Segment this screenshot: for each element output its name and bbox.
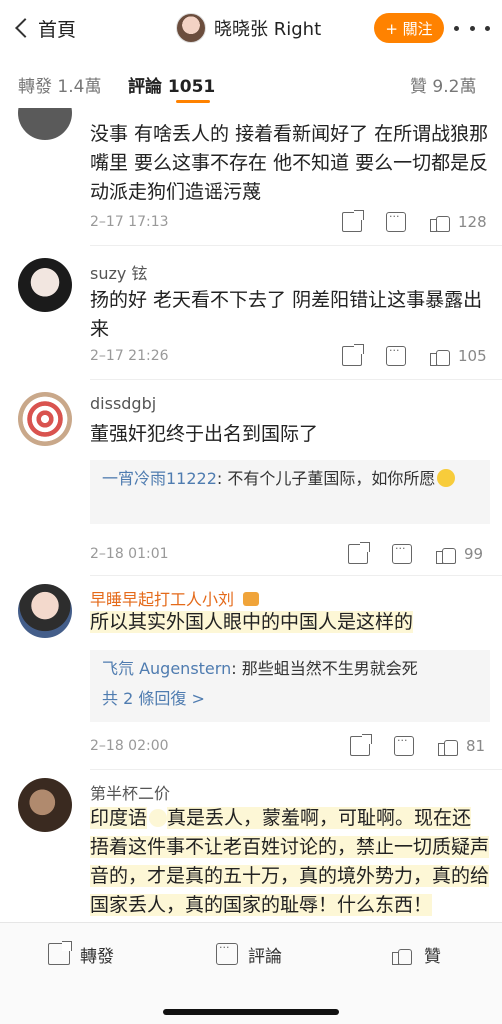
- author-name: 晓晓张 Right: [214, 19, 322, 40]
- smile-emoji-icon: [437, 469, 456, 487]
- like-icon[interactable]: [430, 346, 450, 366]
- username[interactable]: 第半杯二价: [90, 780, 170, 804]
- like-count: 105: [458, 347, 487, 365]
- comment-body-prefix: 印度语: [90, 807, 148, 829]
- username-text: 早睡早起打工人小刘: [90, 590, 235, 609]
- like-icon: [392, 943, 414, 965]
- comment-body: 扬的好 老天看不下去了 阴差阳错让这事暴露出来: [90, 289, 483, 340]
- comment-item: 第半杯二价 印度语 真是丢人，蒙羞啊，可耻啊。现在还捂着这件事不让老百姓讨论的，禁…: [0, 770, 502, 922]
- comment-item: 没事 有啥丢人的 接着看新闻好了 在所谓战狼那嘴里 要么这事不存在 他不知道 要…: [0, 108, 502, 246]
- avatar[interactable]: [18, 778, 72, 832]
- repost-label: 轉發: [80, 946, 114, 967]
- comment-meta: 2–18 01:01 99: [90, 542, 490, 568]
- bottom-action-bar: 轉發 評論 贊: [0, 922, 502, 1024]
- reply-preview[interactable]: 一宵冷雨11222: 不有个儿子董国际，如你所愿: [90, 460, 490, 524]
- vip-badge-icon: [243, 592, 260, 606]
- comment-body: 印度语 真是丢人，蒙羞啊，可耻啊。现在还捂着这件事不让老百姓讨论的，禁止一切质疑声…: [90, 804, 490, 920]
- like-count: 128: [458, 213, 487, 231]
- username[interactable]: dissdgbj: [90, 394, 156, 413]
- smile-emoji-icon: [149, 809, 168, 827]
- comment-date: 2–17 21:26: [90, 348, 169, 364]
- share-icon: [48, 941, 72, 965]
- back-button[interactable]: 首頁: [12, 12, 76, 44]
- reply-text: : 那些蛆当然不生男就会死: [231, 659, 418, 678]
- comment-icon[interactable]: [386, 210, 406, 232]
- share-icon[interactable]: [342, 210, 364, 232]
- tab-bar: 轉發 1.4萬 評論 1051 贊 9.2萬: [0, 62, 502, 108]
- username[interactable]: 早睡早起打工人小刘: [90, 586, 260, 610]
- comment-meta: 2–18 02:00 81: [90, 734, 490, 760]
- avatar[interactable]: [18, 584, 72, 638]
- share-icon[interactable]: [342, 344, 364, 366]
- comment-body: 没事 有啥丢人的 接着看新闻好了 在所谓战狼那嘴里 要么这事不存在 他不知道 要…: [90, 123, 489, 203]
- page-title[interactable]: 晓晓张 Right: [176, 12, 321, 44]
- comment-label: 評論: [248, 946, 282, 967]
- like-button[interactable]: 贊: [392, 941, 441, 967]
- more-replies-link[interactable]: 共 2 條回復 >: [102, 686, 478, 712]
- comment-meta: 2–17 21:26 105: [90, 344, 490, 370]
- comment-body: 所以其实外国人眼中的中国人是这样的: [90, 608, 490, 637]
- comment-item: 早睡早起打工人小刘 所以其实外国人眼中的中国人是这样的 飞氘 Augenster…: [0, 576, 502, 770]
- chevron-left-icon: [15, 18, 35, 38]
- comment-item: dissdgbj 董强奸犯终于出名到国际了 一宵冷雨11222: 不有个儿子董国…: [0, 380, 502, 576]
- top-navbar: 首頁 晓晓张 Right + 關注: [0, 0, 502, 56]
- more-options-icon[interactable]: [454, 18, 490, 38]
- comment-date: 2–18 02:00: [90, 738, 169, 754]
- reply-username[interactable]: 一宵冷雨11222: [102, 469, 217, 488]
- reply-text: : 不有个儿子董国际，如你所愿: [216, 469, 436, 488]
- comment-item: suzy 铉 扬的好 老天看不下去了 阴差阳错让这事暴露出来 2–17 21:2…: [0, 246, 502, 380]
- author-avatar: [176, 13, 206, 43]
- comment-icon[interactable]: [392, 542, 412, 564]
- comment-icon[interactable]: [394, 734, 414, 756]
- comment-button[interactable]: 評論: [216, 941, 282, 967]
- like-count: 99: [464, 545, 484, 563]
- reply-preview[interactable]: 飞氘 Augenstern: 那些蛆当然不生男就会死 共 2 條回復 >: [90, 650, 490, 722]
- repost-button[interactable]: 轉發: [48, 941, 114, 967]
- comment-list: 没事 有啥丢人的 接着看新闻好了 在所谓战狼那嘴里 要么这事不存在 他不知道 要…: [0, 108, 502, 922]
- like-label: 贊: [424, 946, 441, 967]
- like-icon[interactable]: [430, 212, 450, 232]
- active-tab-indicator: [176, 100, 210, 103]
- like-icon[interactable]: [438, 736, 458, 756]
- like-count: 81: [466, 737, 486, 755]
- reply-username[interactable]: 飞氘 Augenstern: [102, 659, 231, 678]
- comment-body: 董强奸犯终于出名到国际了: [90, 423, 319, 445]
- comment-icon[interactable]: [386, 344, 406, 366]
- comment-body-text: 所以其实外国人眼中的中国人是这样的: [90, 611, 414, 633]
- avatar[interactable]: [18, 108, 72, 140]
- tab-repost[interactable]: 轉發 1.4萬: [18, 72, 101, 97]
- like-icon[interactable]: [436, 544, 456, 564]
- back-label: 首頁: [38, 18, 77, 41]
- share-icon[interactable]: [348, 542, 370, 564]
- tab-comments[interactable]: 評論 1051: [128, 72, 215, 97]
- comment-date: 2–18 01:01: [90, 546, 169, 562]
- home-indicator: [163, 1009, 339, 1015]
- comment-date: 2–17 17:13: [90, 214, 169, 230]
- weibo-comment-page: 首頁 晓晓张 Right + 關注 轉發 1.4萬 評論 1051 贊 9.2萬…: [0, 0, 502, 1024]
- avatar[interactable]: [18, 258, 72, 312]
- comment-meta: 2–17 17:13 128: [90, 210, 490, 236]
- avatar[interactable]: [18, 392, 72, 446]
- tab-likes[interactable]: 贊 9.2萬: [410, 72, 476, 97]
- username[interactable]: suzy 铉: [90, 260, 147, 284]
- share-icon[interactable]: [350, 734, 372, 756]
- follow-button[interactable]: + 關注: [374, 13, 444, 43]
- comment-icon: [216, 941, 238, 965]
